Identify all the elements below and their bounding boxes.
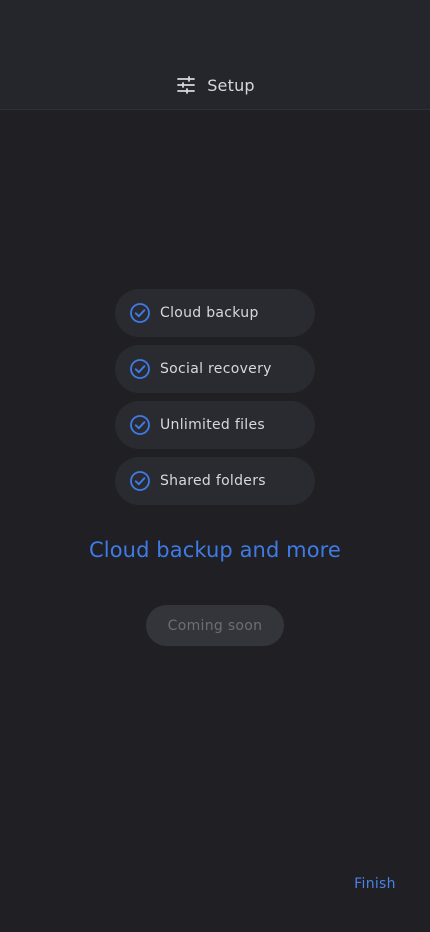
- feature-label: Social recovery: [160, 361, 272, 377]
- sliders-icon: [177, 76, 196, 94]
- check-circle-icon: [130, 359, 150, 379]
- feature-item-cloud-backup: Cloud backup: [115, 289, 315, 337]
- top-header: Setup: [0, 0, 430, 110]
- feature-label: Cloud backup: [160, 305, 259, 321]
- finish-button[interactable]: Finish: [344, 872, 406, 896]
- feature-list: Cloud backup Social recovery Unlimited f…: [115, 289, 315, 513]
- header-title-group: Setup: [0, 72, 430, 98]
- check-circle-icon: [130, 471, 150, 491]
- feature-item-shared-folders: Shared folders: [115, 457, 315, 505]
- feature-label: Unlimited files: [160, 417, 265, 433]
- headline: Cloud backup and more: [89, 538, 341, 562]
- coming-soon-button[interactable]: Coming soon: [146, 605, 284, 646]
- check-circle-icon: [130, 415, 150, 435]
- feature-item-unlimited-files: Unlimited files: [115, 401, 315, 449]
- feature-label: Shared folders: [160, 473, 266, 489]
- check-circle-icon: [130, 303, 150, 323]
- feature-item-social-recovery: Social recovery: [115, 345, 315, 393]
- page-title: Setup: [207, 75, 255, 95]
